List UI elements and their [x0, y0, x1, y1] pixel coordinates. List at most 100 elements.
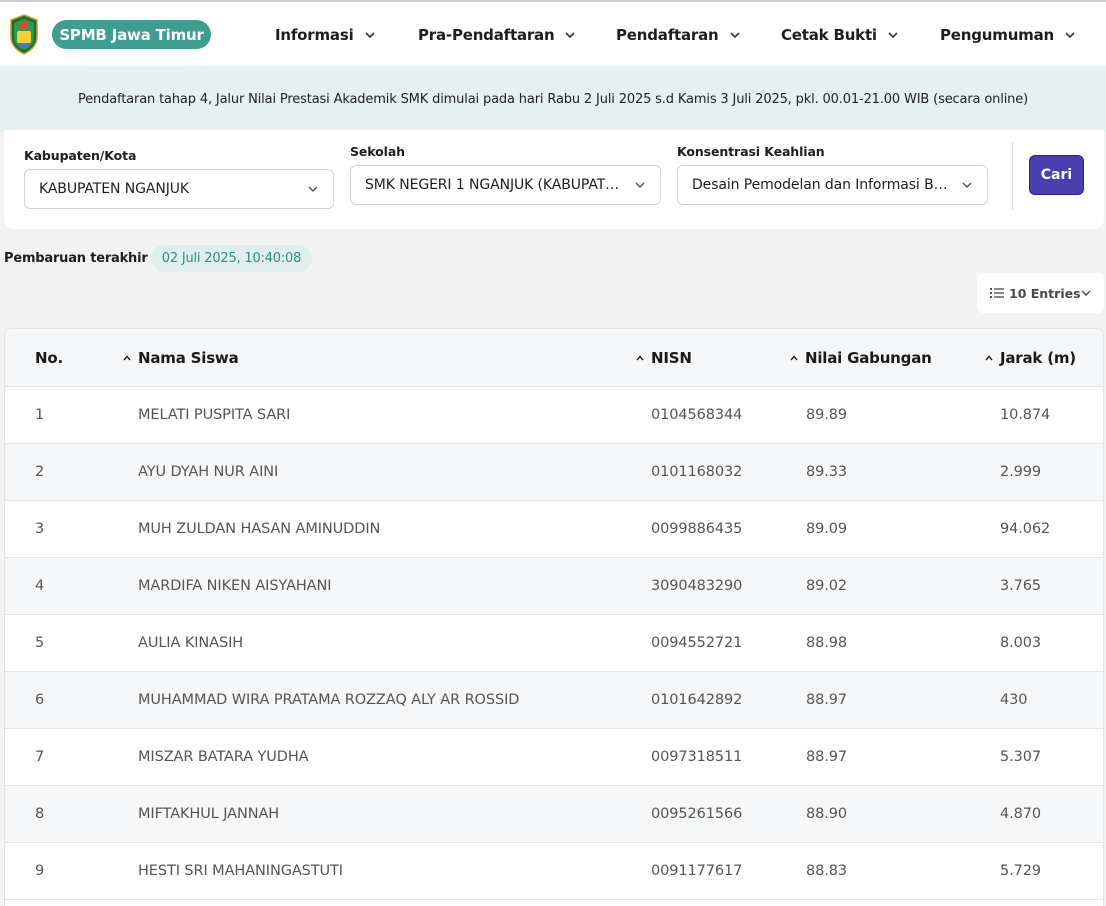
cell-jarak: 8.003 — [1000, 635, 1042, 651]
nav-label: Informasi — [275, 26, 354, 44]
entries-per-page-select[interactable]: 10 Entries — [977, 273, 1104, 313]
column-header-nilai[interactable]: Nilai Gabungan — [790, 349, 932, 367]
column-header-no: No. — [35, 349, 63, 367]
last-update-badge: 02 Juli 2025, 10:40:08 — [151, 245, 312, 272]
cell-jarak: 4.870 — [1000, 806, 1042, 822]
cell-jarak: 3.765 — [1000, 578, 1042, 594]
column-header-nama[interactable]: Nama Siswa — [123, 349, 239, 367]
cell-nisn: 0097318511 — [651, 749, 743, 765]
column-header-nisn[interactable]: NISN — [636, 349, 692, 367]
kabupaten-label: Kabupaten/Kota — [24, 148, 137, 163]
table-row: 2 AYU DYAH NUR AINI 0101168032 89.33 2.9… — [5, 444, 1103, 501]
cell-jarak: 2.999 — [1000, 464, 1042, 480]
last-update-label: Pembaruan terakhir : — [4, 251, 157, 266]
sort-up-icon — [790, 355, 798, 361]
cell-nisn: 0104568344 — [651, 407, 743, 423]
sekolah-select[interactable]: SMK NEGERI 1 NGANJUK (KABUPATEN NGANJUK) — [350, 165, 661, 205]
table-header: No. Nama Siswa NISN Nilai Gabungan Jarak… — [5, 329, 1103, 387]
header-label: NISN — [651, 349, 692, 367]
cell-nilai: 88.90 — [806, 806, 848, 822]
cell-nama: MARDIFA NIKEN AISYAHANI — [138, 578, 332, 594]
table-row: 7 MISZAR BATARA YUDHA 0097318511 88.97 5… — [5, 729, 1103, 786]
cell-no: 7 — [35, 749, 45, 765]
brand-badge[interactable]: SPMB Jawa Timur — [52, 20, 211, 49]
cell-nilai: 88.98 — [806, 635, 848, 651]
cell-no: 4 — [35, 578, 45, 594]
chevron-down-icon — [888, 32, 898, 39]
cell-no: 6 — [35, 692, 45, 708]
cell-nisn: 0099886435 — [651, 521, 743, 537]
chevron-down-icon — [565, 32, 576, 39]
cell-no: 5 — [35, 635, 45, 651]
chevron-down-icon — [962, 182, 972, 188]
cell-jarak: 10.874 — [1000, 407, 1051, 423]
announcement-banner: Pendaftaran tahap 4, Jalur Nilai Prestas… — [0, 66, 1106, 132]
nav-pengumuman[interactable]: Pengumuman — [940, 24, 1076, 46]
entries-label: 10 Entries — [1009, 285, 1081, 301]
cell-nisn: 3090483290 — [651, 578, 743, 594]
nav-informasi[interactable]: Informasi — [275, 24, 376, 46]
table-row: 5 AULIA KINASIH 0094552721 88.98 8.003 — [5, 615, 1103, 672]
sort-up-icon — [985, 355, 993, 361]
cell-nilai: 89.89 — [806, 407, 848, 423]
header-label: Jarak (m) — [1000, 349, 1076, 367]
cell-nilai: 89.02 — [806, 578, 848, 594]
nav-label: Pra-Pendaftaran — [418, 26, 555, 44]
cell-nama: MISZAR BATARA YUDHA — [138, 749, 309, 765]
header-label: Nilai Gabungan — [805, 349, 932, 367]
cell-no: 2 — [35, 464, 45, 480]
cell-nisn: 0101168032 — [651, 464, 743, 480]
chevron-down-icon — [1081, 290, 1091, 296]
chevron-down-icon — [1065, 32, 1075, 39]
cell-no: 1 — [35, 407, 45, 423]
cell-nisn: 0101642892 — [651, 692, 743, 708]
search-button[interactable]: Cari — [1029, 155, 1084, 195]
cell-jarak: 5.307 — [1000, 749, 1042, 765]
filter-panel: Kabupaten/Kota KABUPATEN NGANJUK Sekolah… — [4, 130, 1104, 229]
column-header-jarak[interactable]: Jarak (m) — [985, 349, 1076, 367]
cell-nilai: 88.83 — [806, 863, 848, 879]
cell-no: 9 — [35, 863, 45, 879]
cell-nilai: 88.97 — [806, 692, 848, 708]
cell-nisn: 0094552721 — [651, 635, 743, 651]
nav-pendaftaran[interactable]: Pendaftaran — [616, 24, 741, 46]
chevron-down-icon — [635, 182, 645, 188]
nav-pra-pendaftaran[interactable]: Pra-Pendaftaran — [418, 24, 576, 46]
kabupaten-select[interactable]: KABUPATEN NGANJUK — [24, 169, 334, 209]
cell-nama: HESTI SRI MAHANINGASTUTI — [138, 863, 343, 879]
cell-nama: MELATI PUSPITA SARI — [138, 407, 291, 423]
sekolah-value: SMK NEGERI 1 NGANJUK (KABUPATEN NGANJUK) — [365, 177, 620, 193]
cell-nama: AULIA KINASIH — [138, 635, 244, 651]
announcement-text: Pendaftaran tahap 4, Jalur Nilai Prestas… — [77, 91, 1029, 107]
jawa-timur-emblem-icon[interactable] — [8, 13, 40, 55]
cell-no: 8 — [35, 806, 45, 822]
cell-jarak: 94.062 — [1000, 521, 1051, 537]
cell-no: 3 — [35, 521, 45, 537]
table-row: 3 MUH ZULDAN HASAN AMINUDDIN 0099886435 … — [5, 501, 1103, 558]
chevron-down-icon — [308, 186, 318, 192]
konsentrasi-label: Konsentrasi Keahlian — [677, 144, 825, 159]
table-row: 4 MARDIFA NIKEN AISYAHANI 3090483290 89.… — [5, 558, 1103, 615]
chevron-down-icon — [729, 32, 740, 39]
header-label: No. — [35, 349, 63, 367]
sort-up-icon — [636, 355, 644, 361]
sekolah-label: Sekolah — [350, 144, 405, 159]
kabupaten-value: KABUPATEN NGANJUK — [39, 181, 189, 197]
cell-nilai: 88.97 — [806, 749, 848, 765]
cell-nama: MIFTAKHUL JANNAH — [138, 806, 280, 822]
table-row: 8 MIFTAKHUL JANNAH 0095261566 88.90 4.87… — [5, 786, 1103, 843]
top-navbar: SPMB Jawa Timur Informasi Pra-Pendaftara… — [0, 2, 1106, 66]
table-row: 6 MUHAMMAD WIRA PRATAMA ROZZAQ ALY AR RO… — [5, 672, 1103, 729]
cell-nisn: 0091177617 — [651, 863, 743, 879]
chevron-down-icon — [364, 32, 375, 39]
table-row: 9 HESTI SRI MAHANINGASTUTI 0091177617 88… — [5, 843, 1103, 900]
nav-cetak-bukti[interactable]: Cetak Bukti — [781, 24, 899, 46]
cell-nama: AYU DYAH NUR AINI — [138, 464, 279, 480]
cell-jarak: 430 — [1000, 692, 1028, 708]
konsentrasi-select[interactable]: Desain Pemodelan dan Informasi Bangunan — [677, 165, 988, 205]
filter-divider — [1012, 142, 1013, 210]
sort-up-icon — [123, 355, 131, 361]
cell-nisn: 0095261566 — [651, 806, 743, 822]
cell-jarak: 5.729 — [1000, 863, 1042, 879]
cell-nama: MUH ZULDAN HASAN AMINUDDIN — [138, 521, 381, 537]
